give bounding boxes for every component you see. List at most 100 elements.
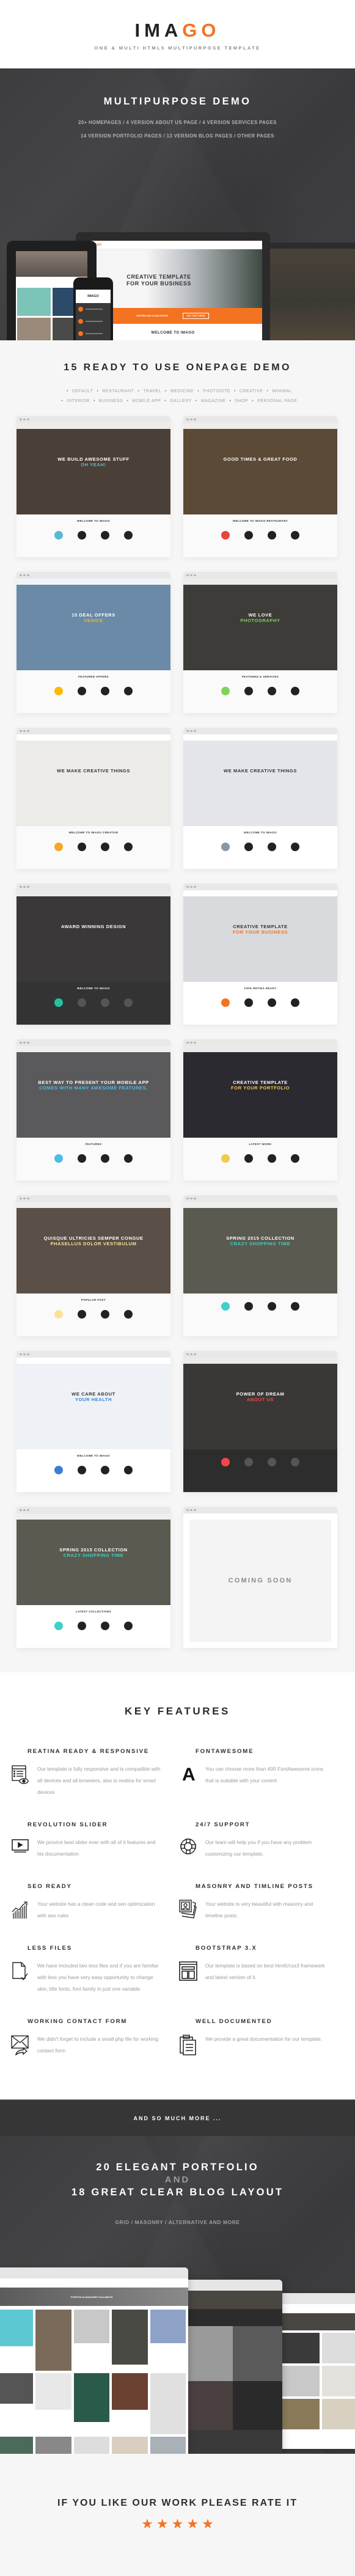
phone-mockup: IMAGO [73, 277, 113, 340]
feature-circle-icon [78, 687, 86, 695]
star-icon[interactable]: ★ [172, 2517, 184, 2531]
thumb-hero: SPRING 2015 COLLECTION CRAZY SHOPPING TIM… [16, 1513, 170, 1605]
thumb-hero-line-1: WE CARE ABOUT [71, 1391, 115, 1397]
thumb-nav [183, 1046, 337, 1052]
feature-title: REVOLUTION SLIDER [27, 1821, 108, 1828]
thumb-hero-line-1: GOOD TIMES & GREAT FOOD [223, 456, 298, 462]
feature-circle-icon [78, 1622, 86, 1630]
demo-card-restaurant[interactable]: GOOD TIMES & GREAT FOOD WELCOME TO IMAGO … [183, 416, 337, 557]
demo-card-magazine[interactable]: QUISQUE ULTRICIES SEMPER CONGUE PHASELLUS… [16, 1195, 170, 1336]
thumb-hero: CREATIVE TEMPLATE FOR YOUR PORTFOLIO [183, 1046, 337, 1138]
thumb-welcome: 100% RETINA READY [244, 987, 277, 990]
bullet: • [97, 389, 99, 393]
bullet: • [252, 399, 254, 403]
thumb-nav [183, 579, 337, 585]
demo-thumbnail: COMING SOON [183, 1513, 337, 1648]
feature-circle-icon [221, 531, 230, 540]
feature-circle-icon [244, 1458, 253, 1466]
demo-card-creative[interactable]: WE MAKE CREATIVE THINGS WELCOME TO IMAGO … [16, 728, 170, 869]
demo-card-medicine[interactable]: WE CARE ABOUT YOUR HEALTH WELCOME TO IMAGO [16, 1351, 170, 1492]
feature-circle-icon [221, 1458, 230, 1466]
feature-body: Your website is very beautiful with maso… [179, 1898, 347, 1922]
thumb-nav [16, 423, 170, 429]
feature-description: We provide a great documentation for our… [205, 2036, 323, 2042]
star-icon[interactable]: ★ [141, 2517, 153, 2531]
demo-grid: WE BUILD AWESOME STUFF OH YEAH! WELCOME TO… [0, 416, 355, 1648]
phone-screen: IMAGO [76, 290, 111, 340]
demo-card-shop-boxed[interactable]: SPRING 2015 COLLECTION CRAZY SHOPPING TIM… [16, 1507, 170, 1648]
feature-item: BOOTSTRAP 3.X Our template is based on be… [179, 1945, 347, 1995]
thumb-feature-icons [183, 1154, 337, 1163]
feature-body: We provice best slider ever with all of … [11, 1837, 179, 1860]
thumb-welcome: FEATURED & SERVICES [241, 675, 279, 678]
feature-circle-icon [54, 531, 63, 540]
window-dot-icon [20, 885, 22, 888]
category-personal-page: PERSONAL PAGE [257, 399, 298, 403]
star-icon[interactable]: ★ [186, 2517, 199, 2531]
window-dot-icon [27, 885, 29, 888]
bullet: • [164, 399, 167, 403]
thumb-hero-line-1: WE MAKE CREATIVE THINGS [57, 768, 130, 774]
demo-card-personal-page[interactable]: POWER OF DREAM ABOUT US [183, 1351, 337, 1492]
demo-card-business[interactable]: CREATIVE TEMPLATE FOR YOUR BUSINESS 100% R… [183, 884, 337, 1025]
demo-card-travel[interactable]: 15 DEAL OFFERS VENICE FEATURED OFFERS [16, 572, 170, 713]
layout-types: GRID / MASONRY / ALTERNATIVE AND MORE [115, 2219, 240, 2225]
mockup-hero-line-1: CREATIVE TEMPLATE [126, 274, 191, 280]
window-dot-icon [186, 1509, 189, 1512]
feature-body: We provide a great documentation for our… [179, 2033, 347, 2055]
portfolio-masonry-screenshot: PORTFOLIO MASONRY FULLWIDTH [0, 2267, 188, 2454]
window-dot-icon [20, 1197, 22, 1200]
tagline: ONE & MULTI HTML5 MULTIPURPOSE TEMPLATE [94, 45, 261, 51]
window-dot-icon [23, 574, 26, 577]
star-rating[interactable]: ★ ★ ★ ★ ★ [0, 2517, 355, 2531]
thumb-hero-title: 15 DEAL OFFERS VENICE [16, 612, 170, 623]
window-dot-icon [20, 418, 22, 421]
thumb-welcome: FEATURES [85, 1143, 102, 1146]
thumb-hero-line-1: QUISQUE ULTRICIES SEMPER CONGUE [43, 1235, 144, 1241]
feature-item: SEO READY Your website has a clean code a… [11, 1883, 179, 1922]
window-dot-icon [190, 574, 192, 577]
browser-bar [183, 728, 337, 734]
window-dot-icon [186, 1041, 189, 1044]
category-shop: SHOP [235, 399, 249, 403]
window-dot-icon [23, 1197, 26, 1200]
thumb-nav [16, 579, 170, 585]
demo-card-coming-soon[interactable]: COMING SOON [183, 1507, 337, 1648]
feature-body: We didn't forget to include a small php … [11, 2033, 179, 2057]
feature-circle-icon [244, 843, 253, 851]
demo-card-interior[interactable]: AWARD WINNING DESIGN WELCOME TO IMAGO [16, 884, 170, 1025]
demo-card-gallery[interactable]: CREATIVE TEMPLATE FOR YOUR PORTFOLIO LATES… [183, 1039, 337, 1180]
thumb-hero-title: WE MAKE CREATIVE THINGS [16, 768, 170, 774]
rate-title: IF YOU LIKE OUR WORK PLEASE RATE IT [57, 2498, 298, 2508]
window-dot-icon [186, 885, 189, 888]
feature-circle-icon [268, 1458, 276, 1466]
feature-description: We have included two less files and if y… [37, 1963, 159, 1992]
feature-circle-icon [101, 1154, 109, 1163]
demo-card-minimal[interactable]: WE MAKE CREATIVE THINGS WELCOME TO IMAGO [183, 728, 337, 869]
window-dot-icon [27, 1197, 29, 1200]
window-dot-icon [194, 1197, 196, 1200]
category-business: BUSINESS [98, 399, 123, 403]
thumb-hero-line-1: SPRING 2015 COLLECTION [226, 1235, 295, 1241]
feature-circle-icon [291, 1154, 299, 1163]
star-icon[interactable]: ★ [202, 2517, 214, 2531]
demo-card-default[interactable]: WE BUILD AWESOME STUFF OH YEAH! WELCOME TO… [16, 416, 170, 557]
feature-circle-icon [268, 843, 276, 851]
thumb-hero-line-1: AWARD WINNING DESIGN [60, 924, 126, 929]
category-list: • DEFAULT • RESTAURANT • TRAVEL • MEDICINE • PHOT… [0, 387, 355, 406]
bullet: • [137, 389, 140, 393]
feature-description: We didn't forget to include a small php … [37, 2036, 158, 2054]
tablet-tile [17, 318, 51, 340]
window-dot-icon [190, 1041, 192, 1044]
thumb-hero-line-2: PHASELLUS DOLOR VESTIBULUM [50, 1241, 137, 1246]
demo-card-shop[interactable]: SPRING 2015 COLLECTION CRAZY SHOPPING TIM… [183, 1195, 337, 1336]
demo-thumbnail: CREATIVE TEMPLATE FOR YOUR PORTFOLIO LATES… [183, 1046, 337, 1180]
window-dot-icon [27, 1041, 29, 1044]
star-icon[interactable]: ★ [156, 2517, 169, 2531]
demo-card-photosite[interactable]: WE LOVE PHOTOGRAPHY FEATURED & SERVICES [183, 572, 337, 713]
thumb-hero: QUISQUE ULTRICIES SEMPER CONGUE PHASELLUS… [16, 1202, 170, 1293]
mockup-hero-title: CREATIVE TEMPLATE FOR YOUR BUSINESS [126, 274, 191, 287]
thumb-welcome: WELCOME TO IMAGO [77, 1454, 110, 1457]
demo-card-mobile-app[interactable]: BEST WAY TO PRESENT YOUR MOBILE APP COMES… [16, 1039, 170, 1180]
thumb-hero: CREATIVE TEMPLATE FOR YOUR BUSINESS [183, 890, 337, 982]
